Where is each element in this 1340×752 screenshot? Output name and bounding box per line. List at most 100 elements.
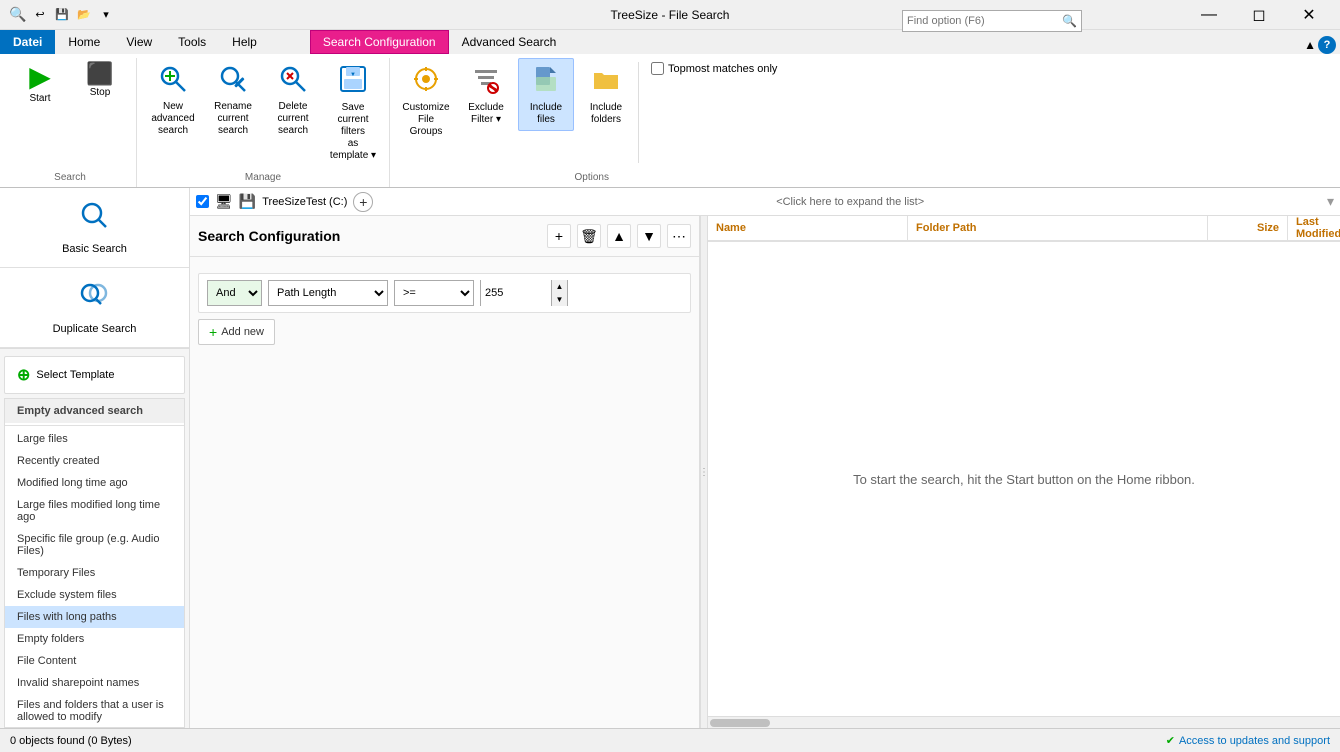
include-folders-label: Includefolders: [590, 102, 622, 126]
ribbon-tabs: Datei Home View Tools Help Search Config…: [0, 30, 1340, 54]
field-select[interactable]: Path Length File Name File Size Last Mod…: [268, 280, 388, 306]
value-spinners: ▲ ▼: [551, 280, 567, 306]
main-area: Basic Search Duplicate Search ⊕ Select T…: [0, 188, 1340, 728]
ribbon-group-search-buttons: ▶ Start ⬛ Stop: [12, 58, 128, 167]
col-header-size[interactable]: Size: [1208, 216, 1288, 240]
template-item-file-content[interactable]: File Content: [5, 650, 184, 672]
include-files-button[interactable]: Includefiles: [518, 58, 574, 131]
find-option-box[interactable]: 🔍: [902, 10, 1082, 32]
customize-file-groups-button[interactable]: CustomizeFile Groups: [398, 58, 454, 143]
select-template-button[interactable]: ⊕ Select Template: [4, 356, 185, 394]
path-bar-expand[interactable]: <Click here to expand the list>: [379, 196, 1321, 208]
panel-divider: [0, 348, 189, 352]
template-list-header: Empty advanced search: [5, 399, 184, 423]
tab-home[interactable]: Home: [55, 30, 113, 54]
value-increment[interactable]: ▲: [551, 280, 567, 293]
col-header-path[interactable]: Folder Path: [908, 216, 1208, 240]
delete-config-button[interactable]: 🗑: [577, 224, 601, 248]
topmost-checkbox[interactable]: [651, 62, 664, 75]
template-item-user-modify[interactable]: Files and folders that a user is allowed…: [5, 694, 184, 728]
template-item-large-files-modified[interactable]: Large files modified long time ago: [5, 494, 184, 528]
minimize-button[interactable]: —: [1186, 0, 1232, 30]
save-filters-button[interactable]: ▼ Save current filtersas template ▾: [325, 58, 381, 167]
path-chevron-down[interactable]: ▾: [1327, 193, 1334, 210]
select-template-label: Select Template: [36, 369, 114, 381]
customize-icon: [410, 63, 442, 100]
config-results-container: Search Configuration + 🗑 ▲ ▼ ⋯ And Or P: [190, 216, 1340, 728]
basic-search-button[interactable]: Basic Search: [0, 188, 189, 268]
tab-search-config[interactable]: Search Configuration: [310, 30, 449, 54]
tab-view[interactable]: View: [113, 30, 165, 54]
start-button[interactable]: ▶ Start: [12, 58, 68, 130]
statusbar: 0 objects found (0 Bytes) ✔ Access to up…: [0, 728, 1340, 752]
include-folders-button[interactable]: Includefolders: [578, 58, 634, 131]
move-down-button[interactable]: ▼: [637, 224, 661, 248]
add-config-button[interactable]: +: [547, 224, 571, 248]
move-up-button[interactable]: ▲: [607, 224, 631, 248]
include-files-icon: [530, 63, 562, 100]
quick-access-dropdown[interactable]: ▾: [96, 5, 116, 25]
collapse-handle[interactable]: ⋮: [700, 216, 708, 728]
operator-select[interactable]: >= > = < <=: [394, 280, 474, 306]
search-config-header: Search Configuration + 🗑 ▲ ▼ ⋯: [190, 216, 699, 257]
template-item-large-files[interactable]: Large files: [5, 428, 184, 450]
value-input[interactable]: [481, 280, 551, 306]
ribbon-group-options: CustomizeFile Groups ExcludeFilter ▾ Inc…: [390, 58, 793, 187]
template-item-temporary-files[interactable]: Temporary Files: [5, 562, 184, 584]
include-folders-icon: [590, 63, 622, 100]
find-option-input[interactable]: [903, 13, 1058, 29]
access-updates-label: Access to updates and support: [1179, 735, 1330, 747]
open-button[interactable]: 📂: [74, 5, 94, 25]
tab-datei[interactable]: Datei: [0, 30, 55, 54]
add-new-filter-button[interactable]: + Add new: [198, 319, 275, 345]
check-icon: ✔: [1166, 734, 1175, 747]
more-config-button[interactable]: ⋯: [667, 224, 691, 248]
exclude-label: ExcludeFilter ▾: [468, 102, 504, 126]
results-body: To start the search, hit the Start butto…: [708, 242, 1340, 716]
template-item-invalid-sharepoint[interactable]: Invalid sharepoint names: [5, 672, 184, 694]
divider: [638, 62, 639, 163]
ribbon: ▶ Start ⬛ Stop Search New advancedsearch: [0, 54, 1340, 188]
exclude-filter-button[interactable]: ExcludeFilter ▾: [458, 58, 514, 131]
include-files-label: Includefiles: [530, 102, 562, 126]
template-item-modified-long-ago[interactable]: Modified long time ago: [5, 472, 184, 494]
close-button[interactable]: ✕: [1286, 0, 1332, 30]
window-title: TreeSize - File Search: [611, 8, 730, 22]
maximize-button[interactable]: ◻: [1236, 0, 1282, 30]
statusbar-objects: 0 objects found (0 Bytes): [10, 735, 132, 747]
logic-select[interactable]: And Or: [207, 280, 262, 306]
col-header-name[interactable]: Name: [708, 216, 908, 240]
rename-search-button[interactable]: Rename currentsearch: [205, 58, 261, 142]
col-header-modified[interactable]: Last Modified: [1288, 216, 1340, 240]
topmost-label[interactable]: Topmost matches only: [668, 63, 777, 75]
path-add-button[interactable]: +: [353, 192, 373, 212]
start-label: Start: [29, 93, 50, 105]
hscroll-bar[interactable]: [708, 716, 1340, 728]
help-button[interactable]: ?: [1318, 36, 1336, 54]
value-decrement[interactable]: ▼: [551, 293, 567, 306]
template-item-exclude-system-files[interactable]: Exclude system files: [5, 584, 184, 606]
tab-advanced-search[interactable]: Advanced Search: [449, 30, 570, 54]
value-input-container: ▲ ▼: [480, 280, 568, 306]
ribbon-collapse-btn[interactable]: ▲: [1304, 38, 1316, 52]
path-label: TreeSizeTest (C:): [262, 196, 347, 208]
tab-help[interactable]: Help: [219, 30, 270, 54]
template-item-files-long-paths[interactable]: Files with long paths: [5, 606, 184, 628]
path-icon: 🖥: [215, 193, 233, 210]
template-item-specific-file-group[interactable]: Specific file group (e.g. Audio Files): [5, 528, 184, 562]
duplicate-search-button[interactable]: Duplicate Search: [0, 268, 189, 348]
new-advanced-search-button[interactable]: New advancedsearch: [145, 58, 201, 142]
path-checkbox[interactable]: [196, 195, 209, 208]
template-item-recently-created[interactable]: Recently created: [5, 450, 184, 472]
template-item-empty-folders[interactable]: Empty folders: [5, 628, 184, 650]
app-icon-button[interactable]: 🔍: [8, 5, 28, 25]
tab-tools[interactable]: Tools: [165, 30, 219, 54]
exclude-icon: [470, 63, 502, 100]
delete-icon: [277, 63, 309, 99]
stop-button[interactable]: ⬛ Stop: [72, 58, 128, 130]
undo-button[interactable]: ↩: [30, 5, 50, 25]
save-button[interactable]: 💾: [52, 5, 72, 25]
delete-search-button[interactable]: Delete currentsearch: [265, 58, 321, 142]
hscroll-thumb[interactable]: [710, 719, 770, 727]
access-updates-link[interactable]: ✔ Access to updates and support: [1166, 734, 1330, 747]
